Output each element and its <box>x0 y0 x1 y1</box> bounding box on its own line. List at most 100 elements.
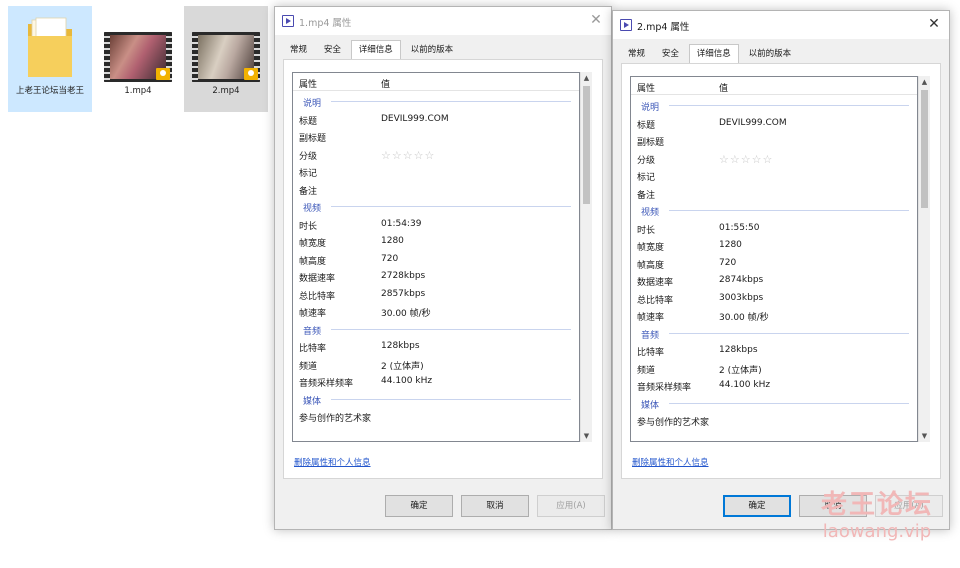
group-label: 媒体 <box>303 396 322 407</box>
property-row[interactable]: 帧宽度 1280 <box>631 237 917 254</box>
column-value[interactable]: 值 <box>381 77 390 90</box>
column-header: 属性 值 <box>293 73 579 91</box>
group-header: 视频 <box>631 202 917 219</box>
property-list[interactable]: 属性 值 说明标题 DEVIL999.COM 副标题分级 ☆☆☆☆☆ 标记 备注视频时长 0… <box>292 72 580 442</box>
property-row[interactable]: 副标题 <box>631 132 917 149</box>
property-row[interactable]: 副标题 <box>293 128 579 145</box>
property-row[interactable]: 数据速率 2874kbps <box>631 272 917 289</box>
property-name: 分级 <box>299 151 318 162</box>
property-row[interactable]: 音频采样频率 44.100 kHz <box>293 373 579 390</box>
desktop-file-folder[interactable]: 上老王论坛当老王 <box>8 6 92 112</box>
property-value: 720 <box>381 253 399 264</box>
cancel-button[interactable]: 取消 <box>461 495 529 517</box>
group-divider <box>331 101 571 102</box>
group-label: 说明 <box>303 99 322 109</box>
remove-properties-link[interactable]: 删除属性和个人信息 <box>632 456 709 468</box>
rating-stars[interactable]: ☆☆☆☆☆ <box>719 153 773 166</box>
scroll-down-icon[interactable]: ▼ <box>919 430 930 442</box>
property-row[interactable]: 标记 <box>293 163 579 180</box>
group-divider <box>669 402 909 404</box>
property-value: DEVIL999.COM <box>719 117 787 128</box>
property-row[interactable]: 帧速率 30.00 帧/秒 <box>631 307 917 324</box>
property-row[interactable]: 帧高度 720 <box>293 251 579 268</box>
tab-general[interactable]: 常规 <box>283 41 314 59</box>
dialog-title: 2.mp4 属性 <box>637 22 690 33</box>
scroll-up-icon[interactable]: ▲ <box>581 72 592 84</box>
property-row[interactable]: 分级 ☆☆☆☆☆ <box>293 146 579 163</box>
property-row[interactable]: 标题 DEVIL999.COM <box>631 115 917 132</box>
property-row[interactable]: 频道 2 (立体声) <box>293 356 579 373</box>
property-name: 帧高度 <box>637 260 665 271</box>
title-bar[interactable]: 2.mp4 属性 ✕ <box>613 11 949 39</box>
property-row[interactable]: 比特率 128kbps <box>631 342 917 359</box>
title-bar[interactable]: 1.mp4 属性 ✕ <box>275 7 611 35</box>
property-row[interactable]: 分级 ☆☆☆☆☆ <box>631 150 917 167</box>
property-value: 2857kbps <box>381 288 426 299</box>
scroll-thumb[interactable] <box>583 86 590 204</box>
property-row[interactable]: 参与创作的艺术家 <box>293 408 579 425</box>
tab-previous-versions[interactable]: 以前的版本 <box>404 41 461 59</box>
property-row[interactable]: 时长 01:54:39 <box>293 216 579 233</box>
tab-general[interactable]: 常规 <box>621 45 652 63</box>
remove-properties-link[interactable]: 删除属性和个人信息 <box>294 456 371 468</box>
tab-details[interactable]: 详细信息 <box>350 40 401 61</box>
scroll-up-icon[interactable]: ▲ <box>919 76 930 88</box>
property-row[interactable]: 帧宽度 1280 <box>293 233 579 250</box>
column-property[interactable]: 属性 <box>637 81 655 94</box>
tab-security[interactable]: 安全 <box>655 45 686 63</box>
property-row[interactable]: 备注 <box>293 181 579 198</box>
group-label: 音频 <box>303 326 322 337</box>
property-row[interactable]: 标题 DEVIL999.COM <box>293 111 579 128</box>
close-icon[interactable]: ✕ <box>587 11 605 29</box>
properties-dialog-1mp4: 1.mp4 属性 ✕ 常规 安全 详细信息 以前的版本 属性 值 说明标题 DEV… <box>274 6 612 530</box>
property-name: 总比特率 <box>637 295 674 306</box>
property-name: 比特率 <box>637 348 665 358</box>
property-list[interactable]: 属性 值 说明 标题 DEVIL999.COM 副标题 分级 ☆☆☆☆☆ 标记 备注 视频 时长 0… <box>630 76 918 442</box>
property-value: 2 (立体声) <box>381 361 424 372</box>
property-row[interactable]: 频道 2 (立体声) <box>631 360 917 377</box>
property-row[interactable]: 总比特率 3003kbps <box>631 290 917 307</box>
tab-previous-versions[interactable]: 以前的版本 <box>742 45 799 63</box>
property-row[interactable]: 帧速率 30.00 帧/秒 <box>293 303 579 320</box>
property-row[interactable]: 总比特率 2857kbps <box>293 286 579 303</box>
vertical-scrollbar[interactable]: ▲ ▼ <box>918 76 930 442</box>
desktop-file-2mp4[interactable]: 2.mp4 <box>184 6 268 112</box>
group-label: 视频 <box>303 204 322 214</box>
property-name: 时长 <box>299 221 318 232</box>
tab-details[interactable]: 详细信息 <box>688 44 739 65</box>
property-row[interactable]: 备注 <box>631 185 917 202</box>
group-divider <box>669 332 909 334</box>
property-name: 帧高度 <box>299 256 327 267</box>
ok-button[interactable]: 确定 <box>723 495 791 517</box>
column-property[interactable]: 属性 <box>299 77 317 90</box>
property-row[interactable]: 帧高度 720 <box>631 255 917 272</box>
property-row[interactable]: 比特率 128kbps <box>293 338 579 355</box>
group-header: 说明 <box>293 93 579 110</box>
details-panel: 属性 值 说明 标题 DEVIL999.COM 副标题 分级 ☆☆☆☆☆ 标记 备注 视频 时长 0… <box>621 63 941 479</box>
property-row[interactable]: 时长 01:55:50 <box>631 220 917 237</box>
property-name: 副标题 <box>299 134 327 144</box>
column-value[interactable]: 值 <box>719 81 728 94</box>
scroll-thumb[interactable] <box>921 90 928 208</box>
desktop-file-1mp4[interactable]: 1.mp4 <box>96 6 180 112</box>
vertical-scrollbar[interactable]: ▲ ▼ <box>580 72 592 442</box>
property-row[interactable]: 音频采样频率 44.100 kHz <box>631 377 917 394</box>
group-label: 音频 <box>641 330 660 341</box>
property-value: 720 <box>719 257 737 268</box>
property-row[interactable]: 数据速率 2728kbps <box>293 268 579 285</box>
close-icon[interactable]: ✕ <box>925 15 943 33</box>
group-header: 视频 <box>293 198 579 215</box>
property-row[interactable]: 参与创作的艺术家 <box>631 412 917 429</box>
watermark-text: 老王论坛 <box>820 490 933 520</box>
watermark-url: laowang.vip <box>822 521 932 542</box>
video-properties-icon <box>282 15 294 27</box>
scroll-down-icon[interactable]: ▼ <box>581 430 592 442</box>
ok-button[interactable]: 确定 <box>385 495 453 517</box>
property-row[interactable]: 标记 <box>631 167 917 184</box>
property-name: 标记 <box>637 173 656 183</box>
apply-button[interactable]: 应用(A) <box>537 495 605 517</box>
rating-stars[interactable]: ☆☆☆☆☆ <box>381 149 435 162</box>
group-divider <box>331 206 571 207</box>
property-name: 帧速率 <box>637 313 665 323</box>
tab-security[interactable]: 安全 <box>317 41 348 59</box>
